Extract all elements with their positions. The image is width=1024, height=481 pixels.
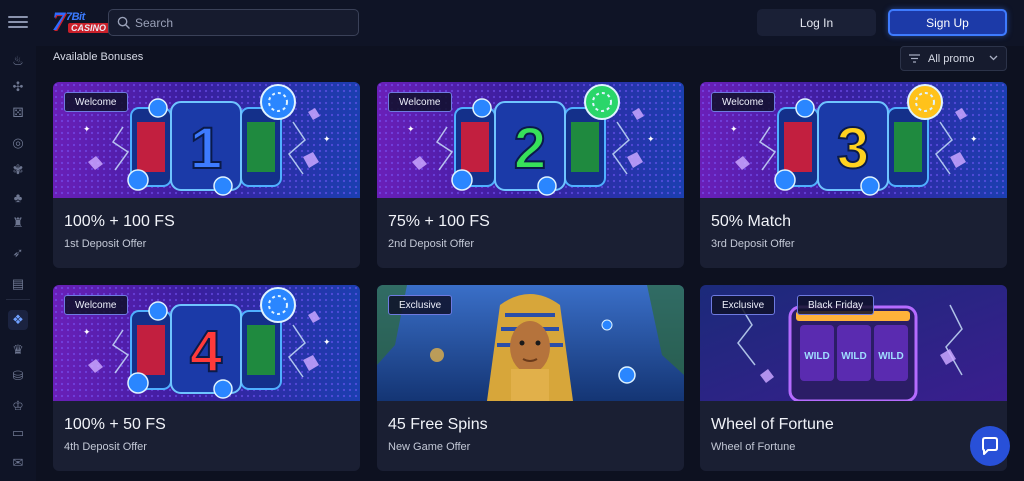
sidebar-item-wizard[interactable]: ♜ bbox=[8, 213, 28, 233]
bonus-card[interactable]: 4 ✦ ✦ Welcome 100% + 50 FS 4th Deposit Off… bbox=[53, 285, 360, 471]
svg-text:WILD: WILD bbox=[841, 351, 867, 362]
sidebar-item-mail[interactable]: ✉ bbox=[8, 453, 28, 473]
sidebar-item-gift[interactable]: ❖ bbox=[8, 310, 28, 330]
svg-text:✦: ✦ bbox=[83, 124, 91, 134]
bonus-title: 45 Free Spins bbox=[388, 416, 488, 433]
gift-icon: ❖ bbox=[12, 312, 24, 327]
bonus-subtitle: 4th Deposit Offer bbox=[64, 441, 147, 453]
sidebar-item-rocket[interactable]: ➶ bbox=[8, 243, 28, 263]
wallet-icon: ▭ bbox=[11, 425, 25, 440]
logo-casino-text: CASINO bbox=[68, 23, 110, 33]
svg-text:4: 4 bbox=[190, 319, 222, 384]
top-bar: 7 7Bit CASINO Log In Sign Up bbox=[0, 0, 1024, 46]
sidebar-item-joystick[interactable]: ✣ bbox=[8, 77, 28, 97]
logo-seven: 7 bbox=[52, 7, 65, 36]
target-icon: ◎ bbox=[12, 135, 24, 150]
sidebar-item-cards[interactable]: ♣ bbox=[8, 187, 28, 207]
svg-text:✦: ✦ bbox=[407, 124, 415, 134]
hamburger-menu-icon[interactable] bbox=[8, 12, 28, 32]
sidebar-item-wallet[interactable]: ▭ bbox=[8, 423, 28, 443]
svg-text:✦: ✦ bbox=[730, 124, 738, 134]
casino-logo[interactable]: 7 7Bit CASINO bbox=[52, 7, 110, 37]
trophy-icon: ♛ bbox=[12, 342, 24, 357]
search-input[interactable] bbox=[135, 15, 335, 30]
section-title: Available Bonuses bbox=[53, 51, 144, 63]
sidebar-divider bbox=[6, 299, 30, 300]
crown-icon: ♔ bbox=[12, 398, 24, 413]
sidebar-item-trophy[interactable]: ♛ bbox=[8, 340, 28, 360]
dice-icon: ⚄ bbox=[12, 105, 24, 120]
bonus-card[interactable]: 2 ✦ ✦ Welcome 75% + 100 FS 2nd Deposit Off… bbox=[377, 82, 684, 268]
bonus-title: Wheel of Fortune bbox=[711, 416, 834, 433]
sidebar-item-flame[interactable]: ♨ bbox=[8, 51, 28, 71]
mail-icon: ✉ bbox=[12, 455, 24, 470]
logo-bit-text: 7Bit bbox=[66, 11, 85, 23]
svg-text:2: 2 bbox=[514, 116, 546, 181]
svg-text:✦: ✦ bbox=[647, 134, 655, 144]
search-box[interactable] bbox=[108, 9, 359, 36]
bonus-card[interactable]: WILD WILD WILD Exclusive Black Friday Whee… bbox=[700, 285, 1007, 471]
book-icon: ▤ bbox=[11, 276, 25, 291]
svg-text:3: 3 bbox=[837, 116, 869, 181]
sidebar: ♨ ✣ ⚄ ◎ ✾ ♣ ♜ ➶ ▤ ❖ ♛ ⛁ ♔ ▭ ✉ bbox=[0, 46, 36, 481]
login-button[interactable]: Log In bbox=[757, 9, 876, 36]
joystick-icon: ✣ bbox=[12, 79, 24, 94]
filter-icon bbox=[909, 54, 920, 63]
bonus-card[interactable]: Exclusive 45 Free Spins New Game Offer bbox=[377, 285, 684, 471]
bonus-title: 100% + 50 FS bbox=[64, 416, 166, 433]
fire-icon: ✾ bbox=[12, 162, 24, 177]
svg-text:WILD: WILD bbox=[878, 351, 904, 362]
chat-bubble-icon bbox=[982, 437, 998, 455]
bonus-title: 75% + 100 FS bbox=[388, 213, 490, 230]
bonus-tag: Welcome bbox=[64, 295, 128, 315]
bonus-tag: Welcome bbox=[64, 92, 128, 112]
sidebar-item-book[interactable]: ▤ bbox=[8, 274, 28, 294]
svg-text:✦: ✦ bbox=[970, 134, 978, 144]
bonus-subtitle: 2nd Deposit Offer bbox=[388, 238, 475, 250]
signup-button[interactable]: Sign Up bbox=[888, 9, 1007, 36]
bonus-tag: Welcome bbox=[388, 92, 452, 112]
bonus-subtitle: New Game Offer bbox=[388, 441, 471, 453]
svg-text:✦: ✦ bbox=[323, 337, 331, 347]
svg-text:1: 1 bbox=[190, 116, 222, 181]
bonus-title: 50% Match bbox=[711, 213, 792, 230]
bonus-card[interactable]: 3 ✦ ✦ Welcome 50% Match 3rd Deposit Offer bbox=[700, 82, 1007, 268]
sidebar-item-target[interactable]: ◎ bbox=[8, 133, 28, 153]
svg-text:✦: ✦ bbox=[323, 134, 331, 144]
wizard-icon: ♜ bbox=[12, 215, 24, 230]
cards-icon: ♣ bbox=[13, 189, 23, 205]
bonus-tag: Exclusive bbox=[388, 295, 453, 315]
bonus-subtitle: 1st Deposit Offer bbox=[64, 238, 147, 250]
promo-filter-dropdown[interactable]: All promo bbox=[900, 46, 1007, 71]
search-icon bbox=[117, 16, 130, 29]
live-chat-button[interactable] bbox=[970, 426, 1010, 466]
bonus-title: 100% + 100 FS bbox=[64, 213, 175, 230]
svg-text:WILD: WILD bbox=[804, 351, 830, 362]
sidebar-item-dice[interactable]: ⚄ bbox=[8, 103, 28, 123]
bonus-tag: Exclusive bbox=[711, 295, 776, 315]
bonus-subtitle: Wheel of Fortune bbox=[711, 441, 796, 453]
flame-icon: ♨ bbox=[12, 53, 24, 68]
bonus-card[interactable]: 1 ✦ ✦ Welcome 100% + 100 FS 1st Deposit Of… bbox=[53, 82, 360, 268]
bonus-tag: Black Friday bbox=[797, 295, 875, 315]
bonus-subtitle: 3rd Deposit Offer bbox=[711, 238, 795, 250]
treasure-icon: ⛁ bbox=[12, 368, 24, 383]
sidebar-item-crown[interactable]: ♔ bbox=[8, 396, 28, 416]
rocket-icon: ➶ bbox=[12, 245, 24, 260]
svg-text:✦: ✦ bbox=[83, 327, 91, 337]
sidebar-item-fire[interactable]: ✾ bbox=[8, 160, 28, 180]
sidebar-item-treasure[interactable]: ⛁ bbox=[8, 366, 28, 386]
bonus-tag: Welcome bbox=[711, 92, 775, 112]
filter-label: All promo bbox=[928, 52, 975, 65]
chevron-down-icon bbox=[989, 55, 998, 61]
